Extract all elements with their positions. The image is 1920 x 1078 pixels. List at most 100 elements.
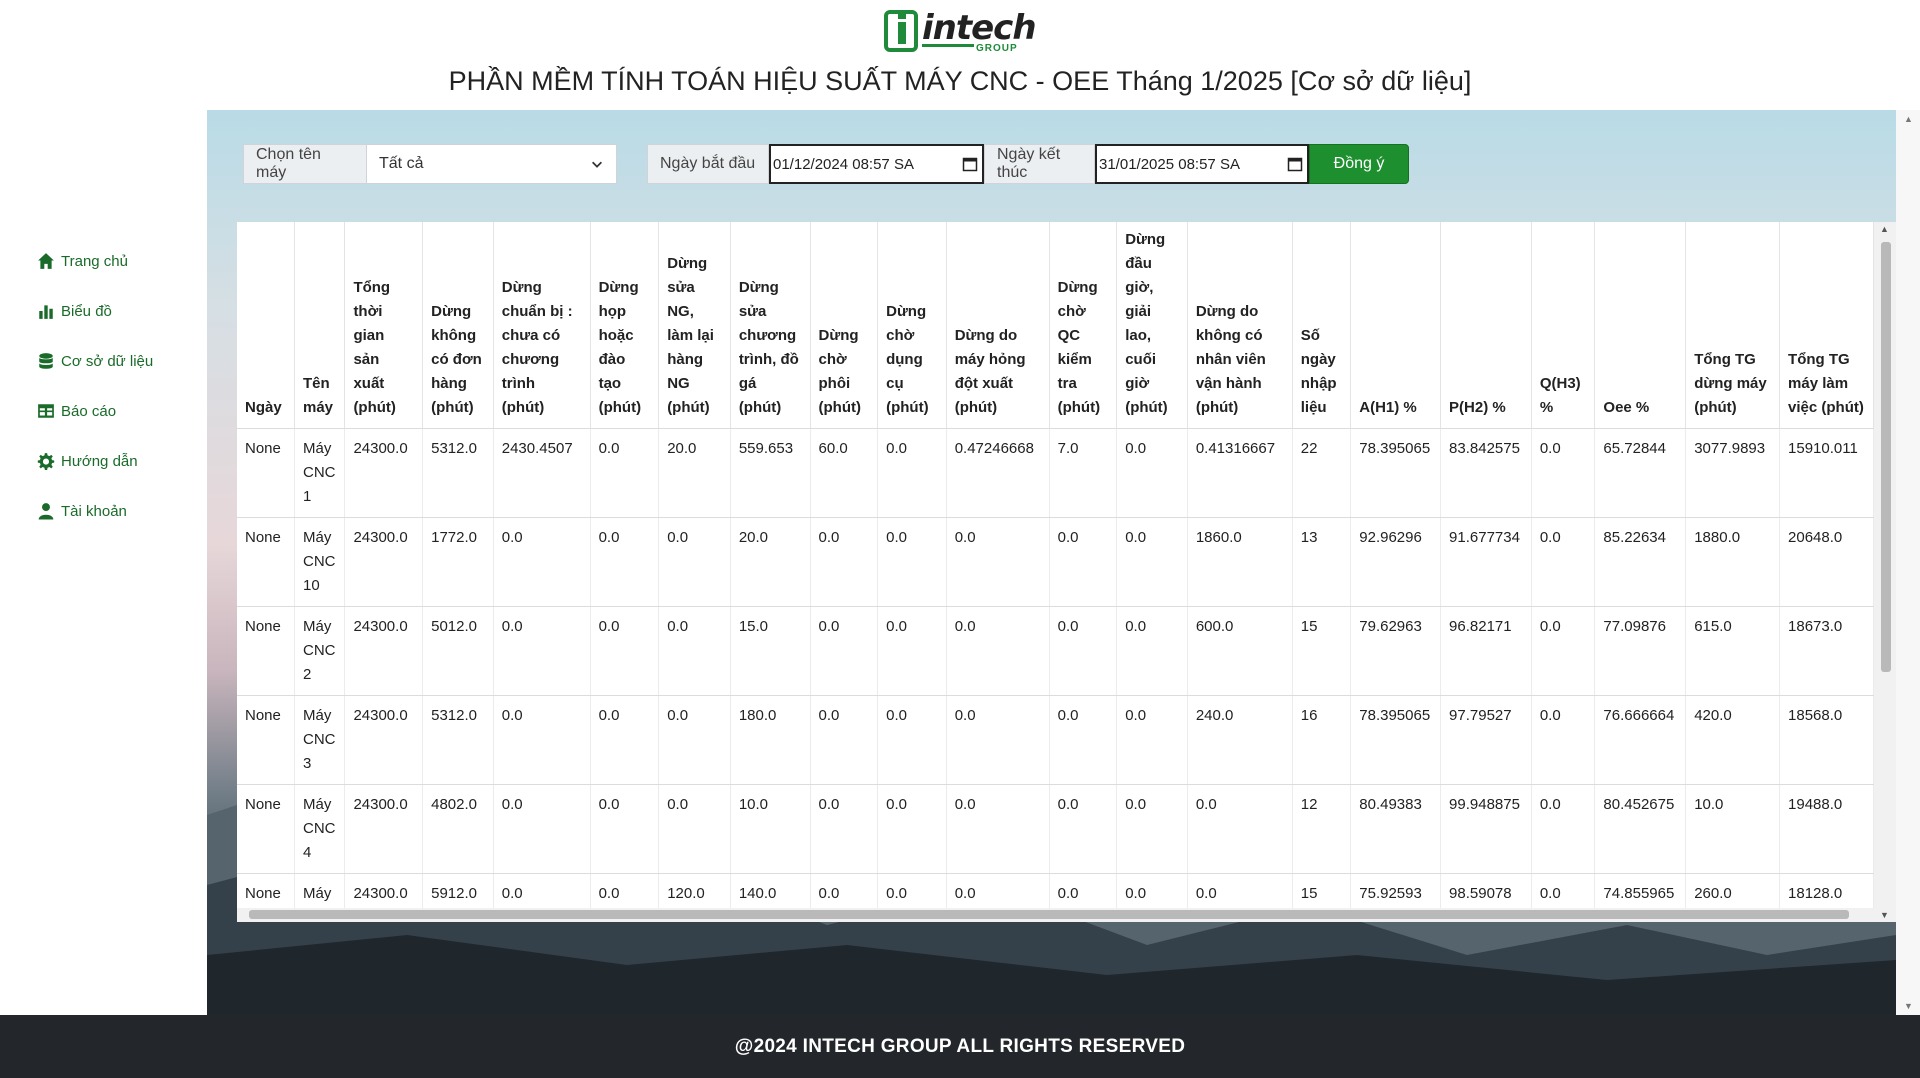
table-cell: 0.0 <box>590 606 660 696</box>
table-cell: 0.0 <box>1116 606 1188 696</box>
table-cell: 24300.0 <box>344 695 424 785</box>
table-cell: 0.0 <box>877 784 947 874</box>
table-cell: 20.0 <box>730 517 811 607</box>
column-header: Dừng chuẩn bị : chưa có chương trình (ph… <box>493 222 591 429</box>
end-date-input[interactable]: 31/01/2025 08:57 SA <box>1095 144 1309 184</box>
calendar-icon[interactable] <box>1287 156 1303 172</box>
table-cell: 0.0 <box>1187 784 1293 874</box>
horizontal-scroll-thumb[interactable] <box>249 910 1849 919</box>
scroll-down-icon[interactable]: ▼ <box>1880 910 1889 920</box>
start-date-filter: Ngày bắt đầu 01/12/2024 08:57 SA <box>647 144 984 184</box>
chevron-down-icon <box>592 161 602 168</box>
table-body: None Máy CNC 1 24300.0 5312.0 2430.4507 0.0 20… <box>237 428 1874 922</box>
table-cell: 240.0 <box>1187 695 1293 785</box>
table-cell: 0.0 <box>877 695 947 785</box>
sidebar-item-label: Trang chủ <box>61 252 128 270</box>
footer: @2024 INTECH GROUP ALL RIGHTS RESERVED <box>0 1015 1920 1078</box>
table-cell: 78.395065 <box>1350 695 1442 785</box>
table-cell: 20648.0 <box>1779 517 1874 607</box>
table-cell: 0.0 <box>946 517 1050 607</box>
table-cell: 16 <box>1292 695 1352 785</box>
table-cell: 18673.0 <box>1779 606 1874 696</box>
table-cell: None <box>237 428 295 518</box>
horizontal-scrollbar[interactable] <box>237 908 1874 922</box>
machine-filter: Chọn tên máy Tất cả <box>243 144 617 184</box>
table-cell: Máy CNC 1 <box>294 428 346 518</box>
column-header: Dừng đầu giờ, giải lao, cuối giờ (phút) <box>1116 222 1188 429</box>
table-cell: 0.0 <box>946 784 1050 874</box>
table-cell: 0.0 <box>590 428 660 518</box>
column-header: Dừng sửa chương trình, đồ gá (phút) <box>730 222 811 429</box>
table-cell: 24300.0 <box>344 428 424 518</box>
table-cell: Máy CNC 10 <box>294 517 346 607</box>
table-row: None Máy CNC 10 24300.0 1772.0 0.0 0.0 0.0 20.0… <box>237 517 1874 607</box>
table-cell: 0.0 <box>1116 695 1188 785</box>
sidebar-item-reports[interactable]: Báo cáo <box>37 402 116 420</box>
start-date-value: 01/12/2024 08:57 SA <box>773 155 914 173</box>
bar-chart-icon <box>39 305 53 319</box>
table-cell: 1772.0 <box>422 517 494 607</box>
column-header: Dừng chờ phôi (phút) <box>810 222 879 429</box>
scroll-up-icon[interactable]: ▲ <box>1880 224 1889 234</box>
table-cell: 80.452675 <box>1594 784 1687 874</box>
column-header: Dừng sửa NG, làm lại hàng NG (phút) <box>658 222 731 429</box>
column-header: Q(H3) % <box>1531 222 1596 429</box>
sidebar-item-home[interactable]: Trang chủ <box>37 252 128 270</box>
table-cell: 99.948875 <box>1440 784 1532 874</box>
page-scroll-up-icon[interactable]: ▲ <box>1904 114 1913 124</box>
table-icon <box>38 404 54 418</box>
table-cell: 180.0 <box>730 695 811 785</box>
sidebar-item-guide[interactable]: Hướng dẫn <box>37 452 138 470</box>
table-row: None Máy CNC 4 24300.0 4802.0 0.0 0.0 0.0 10.0 0… <box>237 784 1874 874</box>
sidebar-item-account[interactable]: Tài khoản <box>37 502 127 520</box>
table-cell: 3077.9893 <box>1685 428 1781 518</box>
intech-logo[interactable]: intech GROUP <box>884 8 1037 56</box>
table-cell: 2430.4507 <box>493 428 591 518</box>
table-cell: 0.0 <box>658 606 731 696</box>
table-cell: 15910.011 <box>1779 428 1874 518</box>
submit-button[interactable]: Đồng ý <box>1309 144 1409 184</box>
table-header-row: Ngày Tên máy Tổng thời gian sản xuất (phút… <box>237 222 1874 429</box>
page-scroll-down-icon[interactable]: ▼ <box>1904 1001 1913 1011</box>
table-cell: 0.0 <box>1049 695 1118 785</box>
vertical-scrollbar[interactable]: ▲ ▼ <box>1874 222 1896 922</box>
home-icon <box>38 253 54 269</box>
table-cell: 92.96296 <box>1350 517 1442 607</box>
column-header: Tổng thời gian sản xuất (phút) <box>344 222 424 429</box>
table-cell: 0.0 <box>810 517 879 607</box>
table-cell: 615.0 <box>1685 606 1781 696</box>
table-cell: 96.82171 <box>1440 606 1532 696</box>
table-cell: 0.0 <box>877 517 947 607</box>
table-cell: Máy CNC 3 <box>294 695 346 785</box>
vertical-scroll-thumb[interactable] <box>1881 242 1891 672</box>
logo-underline <box>922 44 974 47</box>
table-cell: None <box>237 695 295 785</box>
column-header: Tổng TG dừng máy (phút) <box>1685 222 1781 429</box>
column-header: Dừng chờ QC kiểm tra (phút) <box>1049 222 1118 429</box>
table-cell: 0.0 <box>493 695 591 785</box>
table-cell: 0.0 <box>1116 428 1188 518</box>
column-header: P(H2) % <box>1440 222 1532 429</box>
oee-data-table: Ngày Tên máy Tổng thời gian sản xuất (phút… <box>237 222 1874 922</box>
start-date-input[interactable]: 01/12/2024 08:57 SA <box>769 144 984 184</box>
page-scrollbar[interactable]: ▲ ▼ <box>1896 110 1920 1015</box>
table-cell: 0.0 <box>877 428 947 518</box>
table-cell: 97.79527 <box>1440 695 1532 785</box>
table-cell: 77.09876 <box>1594 606 1687 696</box>
table-cell: 0.0 <box>493 784 591 874</box>
logo-mark-icon <box>884 10 918 52</box>
sidebar-item-database[interactable]: Cơ sở dữ liệu <box>37 352 153 370</box>
table-cell: 10.0 <box>1685 784 1781 874</box>
sidebar-item-label: Hướng dẫn <box>61 452 138 470</box>
table-cell: 0.0 <box>658 695 731 785</box>
table-cell: 5012.0 <box>422 606 494 696</box>
sidebar-item-label: Báo cáo <box>61 402 117 420</box>
table-cell: 85.22634 <box>1594 517 1687 607</box>
machine-filter-label: Chọn tên máy <box>243 144 367 184</box>
calendar-icon[interactable] <box>962 156 978 172</box>
machine-select[interactable]: Tất cả <box>367 144 617 184</box>
sidebar-item-charts[interactable]: Biểu đồ <box>37 302 112 320</box>
table-cell: 4802.0 <box>422 784 494 874</box>
table-cell: 13 <box>1292 517 1352 607</box>
table-cell: 80.49383 <box>1350 784 1442 874</box>
